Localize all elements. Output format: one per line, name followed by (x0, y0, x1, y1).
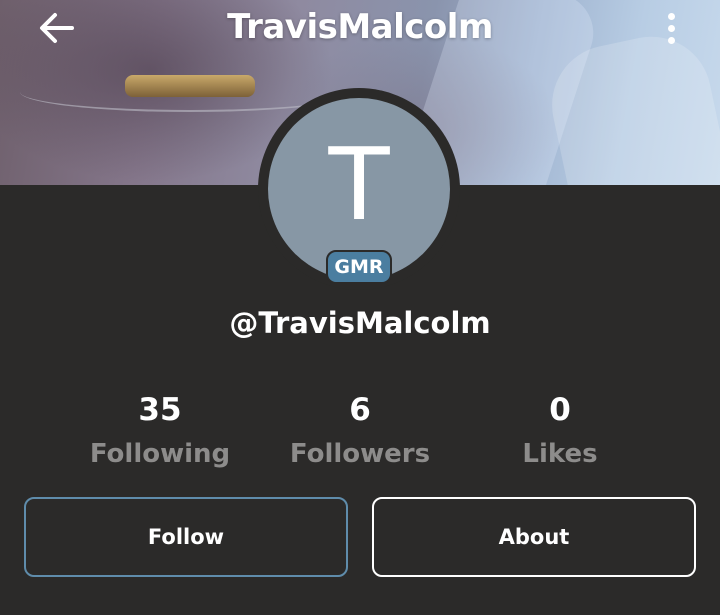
stat-label: Likes (522, 439, 598, 469)
follow-button[interactable]: Follow (24, 497, 348, 577)
stat-following[interactable]: 35 Following (60, 388, 260, 474)
stat-followers[interactable]: 6 Followers (260, 388, 460, 474)
more-vertical-icon (667, 24, 675, 32)
more-vertical-icon (667, 12, 675, 20)
avatar-initial: T (328, 126, 390, 243)
stat-value: 35 (138, 392, 182, 428)
stat-label: Followers (289, 439, 431, 469)
stat-value: 6 (349, 392, 371, 428)
username-handle: @TravisMalcolm (229, 306, 491, 340)
about-button[interactable]: About (372, 497, 696, 577)
more-vertical-icon (667, 36, 675, 44)
more-options-button[interactable] (655, 8, 687, 48)
cover-photo-detail (125, 75, 255, 97)
stat-likes[interactable]: 0 Likes (460, 388, 660, 474)
page-title: TravisMalcolm (227, 7, 493, 47)
status-badge: GMR (326, 250, 392, 284)
profile-stats: 35 Following 6 Followers 0 Likes (60, 388, 660, 478)
stat-label: Following (89, 439, 231, 469)
top-bar: TravisMalcolm (0, 0, 720, 58)
stat-value: 0 (549, 392, 571, 428)
